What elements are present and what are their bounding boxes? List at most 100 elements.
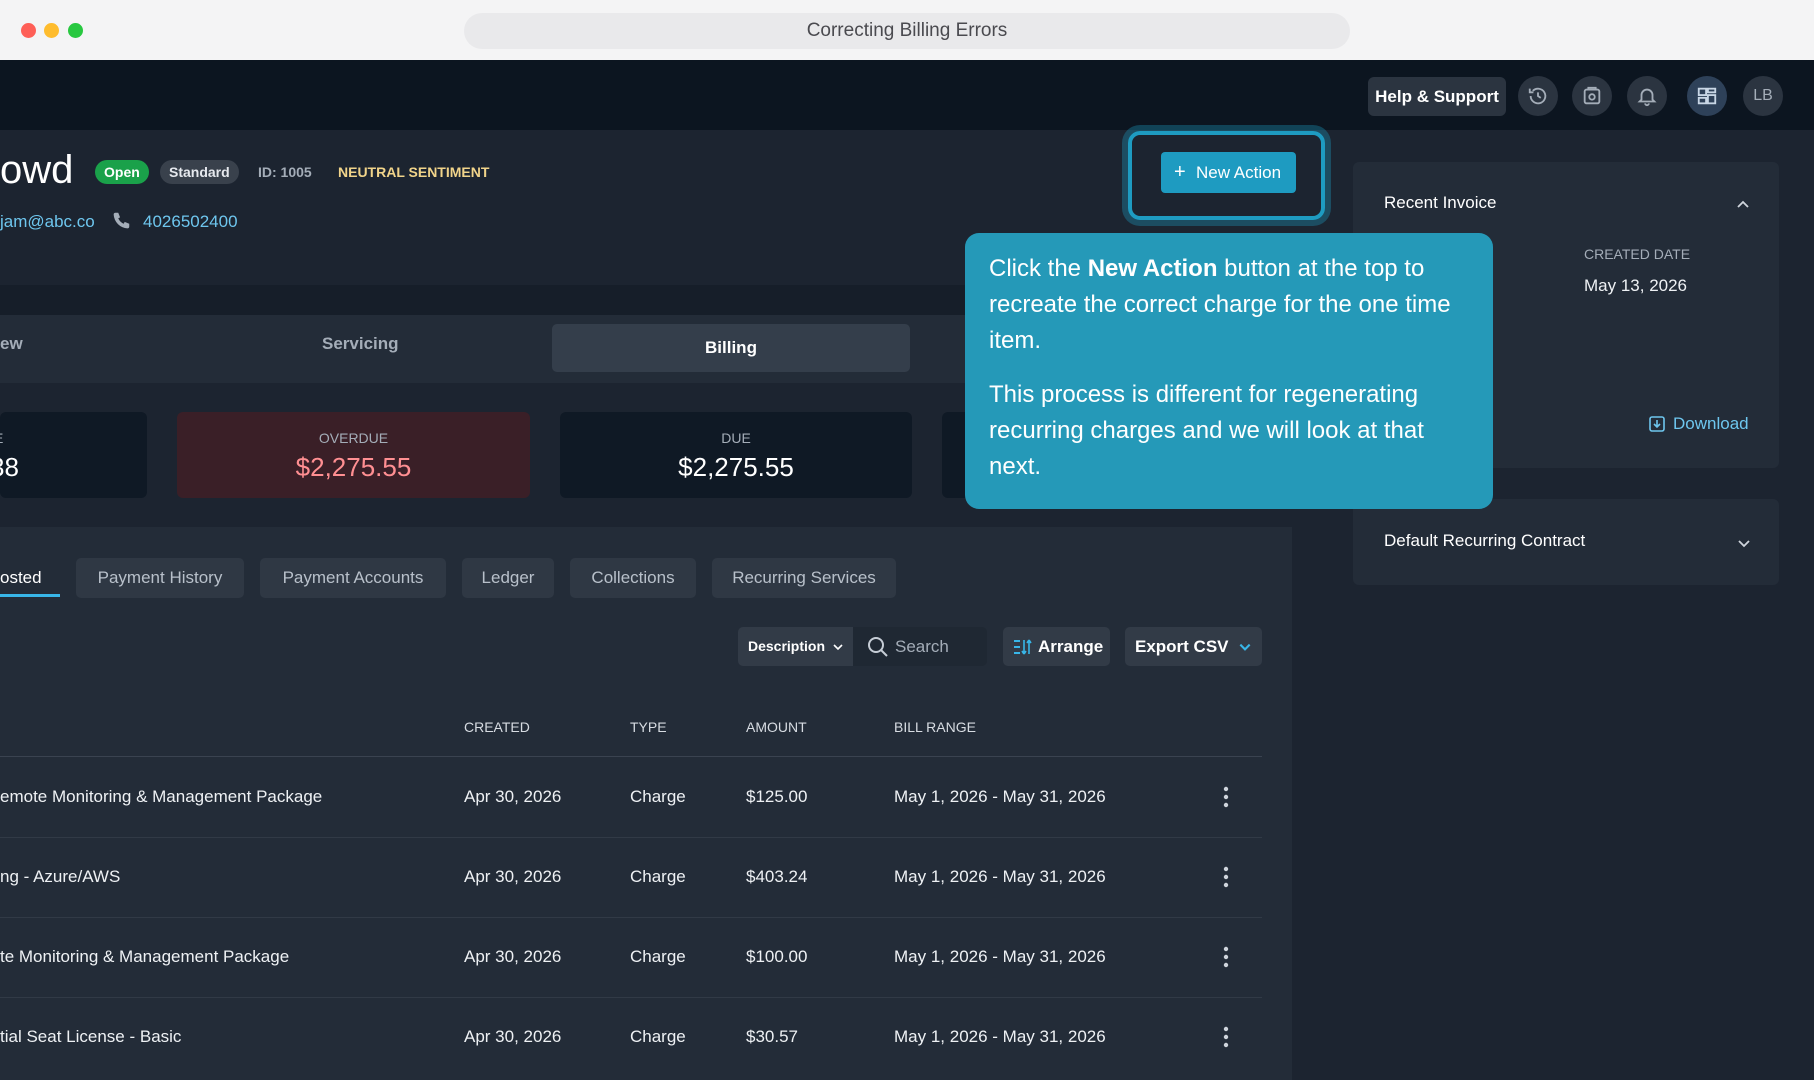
recent-invoice-title[interactable]: Recent Invoice: [1384, 193, 1496, 213]
table-row[interactable]: te Monitoring & Management Package Apr 3…: [0, 917, 1262, 998]
column-header-type[interactable]: TYPE: [630, 719, 667, 735]
maximize-window-button[interactable]: [68, 23, 83, 38]
customer-id: ID: 1005: [258, 164, 312, 180]
row-created: Apr 30, 2026: [464, 1027, 562, 1046]
arrange-icon: [1014, 639, 1032, 655]
window-chrome: Correcting Billing Errors: [0, 0, 1814, 61]
row-description: emote Monitoring & Management Package: [0, 787, 323, 806]
status-badge: Open: [95, 160, 149, 184]
row-type: Charge: [630, 787, 686, 806]
chevron-down-icon[interactable]: [1238, 640, 1252, 654]
plan-badge: Standard: [160, 160, 239, 184]
default-contract-title[interactable]: Default Recurring Contract: [1384, 531, 1585, 551]
new-action-label: New Action: [1196, 163, 1282, 182]
stat-value: 38: [0, 452, 19, 482]
row-type: Charge: [630, 947, 686, 966]
tab-overview[interactable]: ew: [0, 334, 23, 354]
stat-card-overdue: OVERDUE $2,275.55: [177, 412, 530, 498]
help-support-button[interactable]: Help & Support: [1368, 77, 1506, 116]
table-row[interactable]: ng - Azure/AWS Apr 30, 2026 Charge $403.…: [0, 837, 1262, 918]
row-created: Apr 30, 2026: [464, 787, 562, 806]
customer-name: owd: [0, 148, 74, 192]
search-placeholder: Search: [895, 637, 949, 656]
row-bill-range: May 1, 2026 - May 31, 2026: [894, 867, 1106, 886]
subtab-collections[interactable]: Collections: [570, 558, 696, 598]
column-header-created[interactable]: CREATED: [464, 719, 530, 735]
row-amount: $125.00: [746, 787, 808, 806]
billing-button[interactable]: [1572, 76, 1612, 116]
row-type: Charge: [630, 867, 686, 886]
filter-field-dropdown[interactable]: Description: [738, 627, 853, 666]
sentiment-label: NEUTRAL SENTIMENT: [338, 164, 490, 180]
row-created: Apr 30, 2026: [464, 947, 562, 966]
new-action-button[interactable]: + New Action: [1161, 152, 1296, 193]
column-header-amount[interactable]: AMOUNT: [746, 719, 807, 735]
tooltip-paragraph-1: Click the New Action button at the top t…: [989, 251, 1469, 359]
tooltip-text: Click the: [989, 255, 1088, 282]
download-invoice-link[interactable]: Download: [1673, 414, 1749, 434]
row-description: ng - Azure/AWS: [0, 867, 121, 886]
history-button[interactable]: [1518, 76, 1558, 116]
chevron-down-icon[interactable]: [1736, 535, 1752, 551]
subtab-payment-history[interactable]: Payment History: [76, 558, 244, 598]
tab-servicing[interactable]: Servicing: [322, 334, 399, 354]
stat-value: $2,275.55: [678, 452, 794, 482]
created-date-label: CREATED DATE: [1584, 246, 1691, 262]
phone-icon: [113, 212, 130, 229]
arrange-label: Arrange: [1038, 637, 1104, 656]
stat-value: $2,275.55: [295, 452, 412, 482]
subtab-recurring-services[interactable]: Recurring Services: [712, 558, 896, 598]
stat-label: DUE: [721, 430, 751, 446]
active-subtab-indicator: [0, 594, 60, 597]
customer-email-link[interactable]: jam@abc.co: [0, 212, 95, 232]
stat-card-due: DUE $2,275.55: [560, 412, 912, 498]
stat-label: E: [0, 430, 147, 446]
minimize-window-button[interactable]: [44, 23, 59, 38]
row-created: Apr 30, 2026: [464, 867, 562, 886]
cash-register-icon: [1583, 86, 1601, 105]
subtab-posted[interactable]: osted: [0, 558, 42, 598]
more-options-icon[interactable]: [1221, 785, 1231, 809]
row-description: te Monitoring & Management Package: [0, 947, 290, 966]
tooltip-paragraph-2: This process is different for regenerati…: [989, 381, 1424, 480]
dashboard-button[interactable]: [1687, 76, 1727, 116]
more-options-icon[interactable]: [1221, 865, 1231, 889]
more-options-icon[interactable]: [1221, 1025, 1231, 1049]
tooltip-emphasis: New Action: [1087, 255, 1218, 282]
row-bill-range: May 1, 2026 - May 31, 2026: [894, 1027, 1106, 1046]
tab-billing[interactable]: Billing: [552, 324, 910, 372]
close-window-button[interactable]: [21, 23, 36, 38]
row-description: tial Seat License - Basic: [0, 1027, 182, 1046]
window-title[interactable]: Correcting Billing Errors: [464, 13, 1350, 49]
row-amount: $100.00: [746, 947, 808, 966]
search-icon: [868, 637, 888, 657]
dashboard-icon: [1697, 87, 1717, 105]
table-row[interactable]: emote Monitoring & Management Package Ap…: [0, 757, 1262, 838]
column-header-bill-range[interactable]: BILL RANGE: [894, 719, 976, 735]
row-bill-range: May 1, 2026 - May 31, 2026: [894, 787, 1106, 806]
chevron-down-icon: [833, 644, 843, 651]
bell-icon: [1637, 88, 1657, 107]
export-csv-label: Export CSV: [1135, 637, 1229, 656]
stat-label: OVERDUE: [318, 430, 389, 446]
row-type: Charge: [630, 1027, 686, 1046]
stat-card-balance: E 38: [0, 412, 147, 498]
history-icon: [1528, 87, 1547, 105]
download-icon: [1649, 416, 1665, 432]
table-row[interactable]: tial Seat License - Basic Apr 30, 2026 C…: [0, 997, 1262, 1077]
plus-icon: +: [1174, 161, 1186, 183]
row-bill-range: May 1, 2026 - May 31, 2026: [894, 947, 1106, 966]
row-amount: $30.57: [746, 1027, 798, 1046]
customer-phone-link[interactable]: 4026502400: [143, 212, 238, 232]
more-options-icon[interactable]: [1221, 945, 1231, 969]
row-amount: $403.24: [746, 867, 808, 886]
created-date-value: May 13, 2026: [1584, 276, 1688, 295]
chevron-up-icon[interactable]: [1735, 197, 1751, 213]
subtab-payment-accounts[interactable]: Payment Accounts: [260, 558, 446, 598]
app-window: Correcting Billing Errors Help & Support…: [0, 0, 1814, 1080]
guide-tooltip: Click the New Action button at the top t…: [965, 233, 1493, 509]
subtab-ledger[interactable]: Ledger: [462, 558, 554, 598]
user-avatar[interactable]: LB: [1743, 76, 1783, 116]
notifications-button[interactable]: [1627, 76, 1667, 116]
filter-field-label: Description: [748, 638, 826, 654]
